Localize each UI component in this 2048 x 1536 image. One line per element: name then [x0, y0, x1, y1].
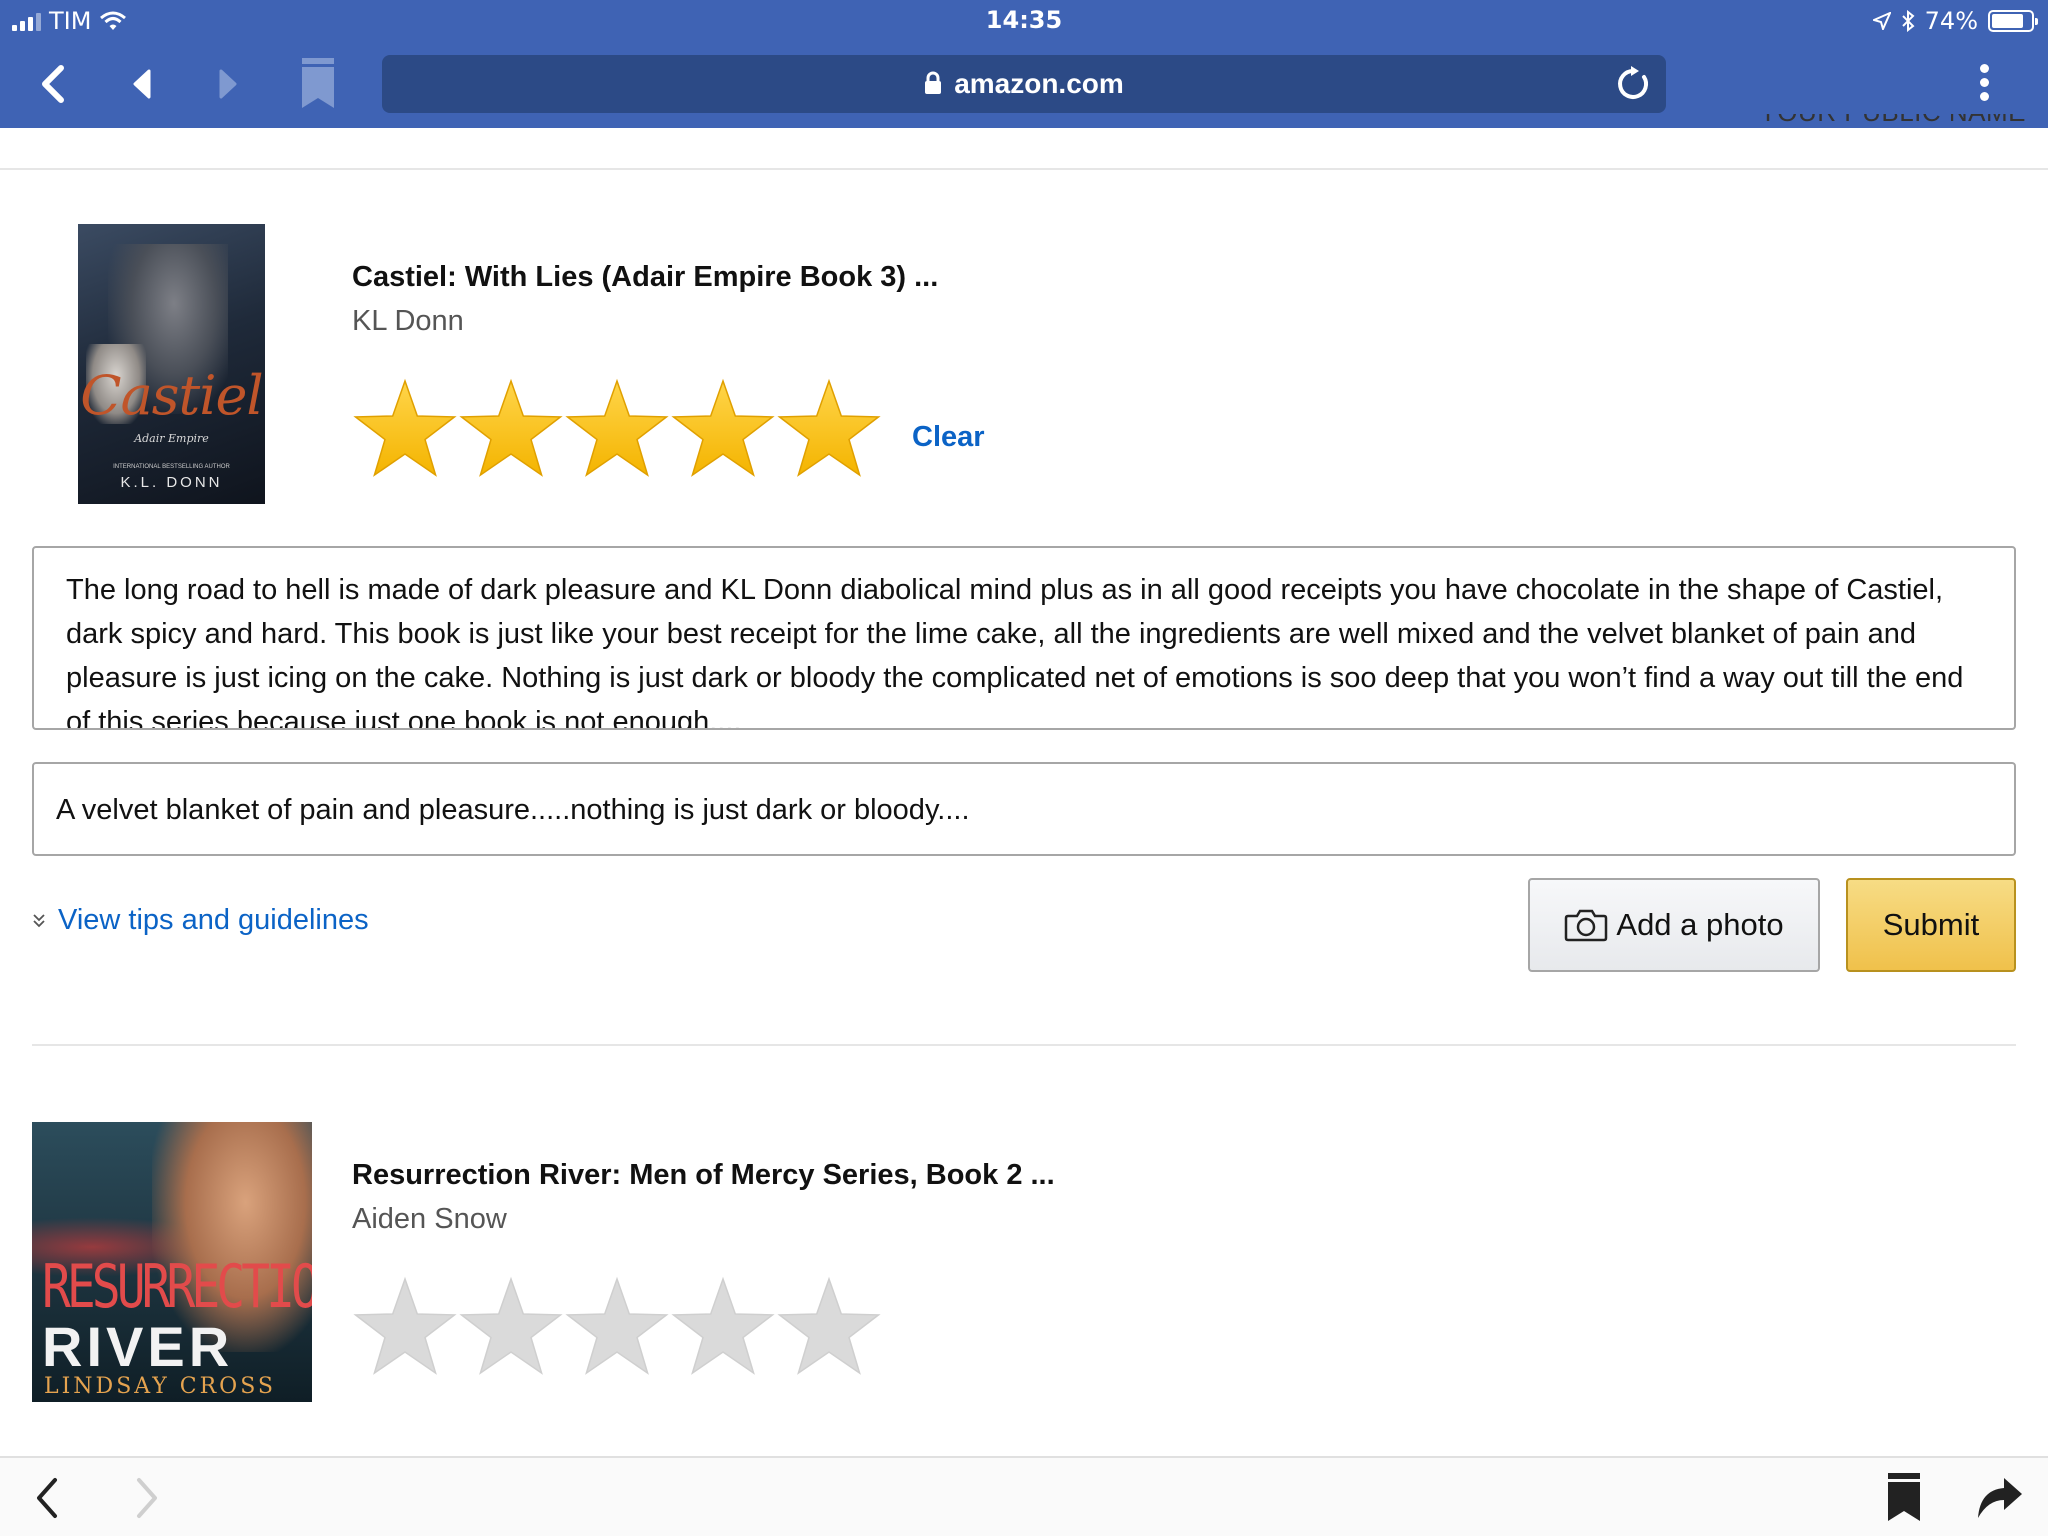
battery-percent: 74% — [1924, 7, 1978, 35]
clear-rating-link[interactable]: Clear — [912, 421, 985, 454]
star-empty-icon[interactable] — [564, 1273, 670, 1383]
star-rating-input[interactable] — [352, 375, 882, 485]
submit-label: Submit — [1882, 907, 1980, 942]
star-filled-icon[interactable] — [670, 375, 776, 485]
book-author: Aiden Snow — [352, 1203, 507, 1235]
bookmark-icon — [302, 58, 334, 108]
star-empty-icon[interactable] — [458, 1273, 564, 1383]
bluetooth-icon — [1901, 10, 1915, 32]
add-photo-label: Add a photo — [1616, 907, 1784, 942]
history-forward-button[interactable] — [196, 52, 260, 116]
triangle-right-icon — [219, 69, 237, 99]
bookmark-icon — [1888, 1473, 1920, 1521]
star-filled-icon[interactable] — [564, 375, 670, 485]
toolbar-bookmark-button[interactable] — [1874, 1468, 1934, 1528]
bottom-toolbar — [0, 1456, 2048, 1536]
triangle-left-icon — [133, 69, 151, 99]
review-text-area[interactable]: The long road to hell is made of dark pl… — [32, 546, 2016, 730]
url-text: amazon.com — [954, 68, 1124, 99]
share-icon — [1978, 1478, 2022, 1518]
divider — [32, 1044, 2016, 1046]
book-cover-castiel[interactable]: Castiel Adair Empire INTERNATIONAL BESTS… — [78, 224, 265, 504]
chevron-right-icon — [137, 1478, 157, 1518]
view-tips-link[interactable]: View tips and guidelines — [32, 904, 369, 937]
back-button[interactable] — [20, 52, 84, 116]
review-headline-field[interactable]: A velvet blanket of pain and pleasure...… — [32, 762, 2016, 856]
review-headline-text: A velvet blanket of pain and pleasure...… — [56, 794, 970, 826]
battery-icon — [1988, 10, 2038, 32]
review-text: The long road to hell is made of dark pl… — [66, 574, 1964, 730]
status-bar: TIM 14:35 74% — [0, 0, 2048, 42]
double-chevron-down-icon — [33, 913, 45, 927]
lock-icon — [925, 71, 942, 94]
star-filled-icon[interactable] — [458, 375, 564, 485]
book-cover-resurrection-river[interactable]: RESURRECTION RIVER LINDSAY CROSS — [32, 1122, 312, 1402]
chevron-left-icon — [42, 65, 64, 103]
bookmarks-button[interactable] — [286, 52, 350, 116]
more-vertical-icon[interactable] — [1974, 64, 1994, 104]
toolbar-forward-button[interactable] — [118, 1468, 178, 1528]
status-time: 14:35 — [985, 6, 1063, 34]
address-bar[interactable]: amazon.com — [382, 55, 1666, 113]
star-rating-input[interactable] — [352, 1273, 882, 1383]
toolbar-back-button[interactable] — [16, 1468, 76, 1528]
history-back-button[interactable] — [110, 52, 174, 116]
reload-icon[interactable] — [1614, 65, 1652, 103]
star-filled-icon[interactable] — [352, 375, 458, 485]
location-icon — [1872, 12, 1891, 30]
star-filled-icon[interactable] — [776, 375, 882, 485]
submit-button[interactable]: Submit — [1846, 878, 2016, 972]
public-name-label: YOUR PUBLIC NAME — [1759, 114, 2026, 132]
toolbar-share-button[interactable] — [1970, 1468, 2030, 1528]
star-empty-icon[interactable] — [352, 1273, 458, 1383]
camera-icon — [1565, 909, 1608, 942]
browser-chrome: TIM 14:35 74% amazon.com — [0, 0, 2048, 128]
book-author: KL Donn — [352, 305, 464, 337]
divider — [0, 168, 2048, 170]
chevron-left-icon — [37, 1478, 57, 1518]
add-photo-button[interactable]: Add a photo — [1528, 878, 1820, 972]
star-empty-icon[interactable] — [776, 1273, 882, 1383]
star-empty-icon[interactable] — [670, 1273, 776, 1383]
book-title[interactable]: Resurrection River: Men of Mercy Series,… — [352, 1159, 1055, 1192]
view-tips-label: View tips and guidelines — [58, 904, 369, 936]
book-title[interactable]: Castiel: With Lies (Adair Empire Book 3)… — [352, 261, 938, 294]
